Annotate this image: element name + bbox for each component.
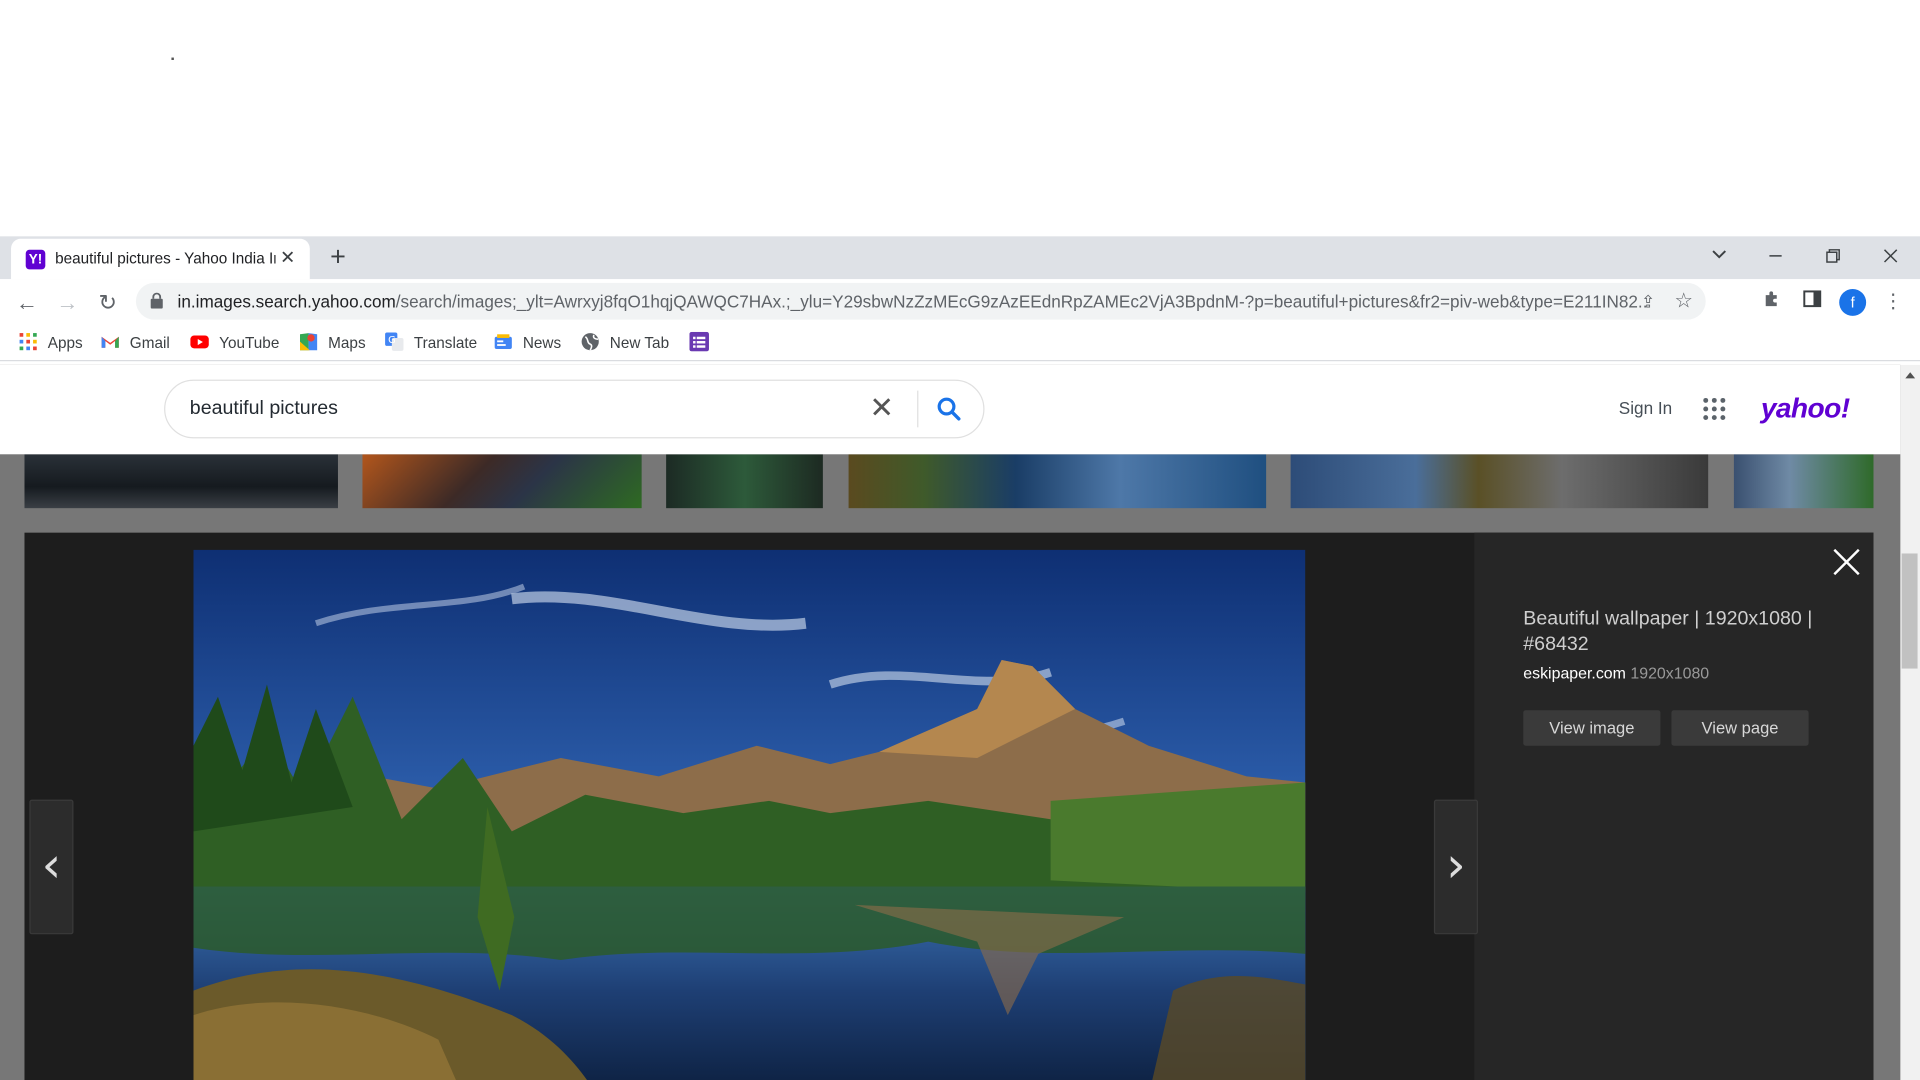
image-viewer: ‹ › Beautiful wallpaper | 1920x1080 | #6… bbox=[24, 532, 1874, 1080]
apps-grid-icon bbox=[19, 333, 37, 351]
thumbnail-image[interactable] bbox=[1290, 454, 1709, 509]
extensions-puzzle-icon[interactable] bbox=[1758, 289, 1785, 316]
view-image-button[interactable]: View image bbox=[1523, 710, 1661, 746]
reload-icon[interactable]: ↻ bbox=[92, 287, 124, 319]
restore-icon[interactable] bbox=[1809, 241, 1858, 273]
new-tab-plus-icon[interactable]: + bbox=[323, 243, 352, 273]
thumbnail-image[interactable] bbox=[666, 454, 823, 509]
yahoo-image-search-page: beautiful pictures ✕ Sign In yahoo! ‹ › … bbox=[0, 364, 1901, 1080]
gmail-icon bbox=[101, 336, 119, 348]
page-scrollbar[interactable] bbox=[1900, 364, 1920, 1080]
thumbnail-image[interactable] bbox=[848, 454, 1267, 509]
source-domain[interactable]: eskipaper.com bbox=[1523, 664, 1626, 682]
svg-text:G: G bbox=[388, 335, 396, 346]
main-preview-image[interactable] bbox=[193, 549, 1306, 1080]
sign-in-link[interactable]: Sign In bbox=[1619, 398, 1672, 418]
thumbnail-image[interactable] bbox=[1733, 454, 1874, 509]
window-close-icon[interactable] bbox=[1866, 241, 1915, 273]
search-input[interactable]: beautiful pictures bbox=[190, 398, 338, 420]
profile-avatar[interactable]: f bbox=[1839, 288, 1867, 316]
clear-search-icon[interactable]: ✕ bbox=[866, 392, 898, 425]
image-title[interactable]: Beautiful wallpaper | 1920x1080 | #68432 bbox=[1523, 606, 1854, 657]
news-icon bbox=[494, 334, 512, 349]
bookmark-label: New Tab bbox=[609, 334, 670, 352]
bookmarks-bar: Apps Gmail YouTube Maps G Translate News … bbox=[0, 324, 1920, 362]
bookmark-star-icon[interactable]: ☆ bbox=[1671, 289, 1695, 313]
thumbnail-image[interactable] bbox=[24, 454, 338, 509]
back-arrow-icon[interactable]: ← bbox=[11, 287, 43, 319]
view-page-button[interactable]: View page bbox=[1671, 710, 1809, 746]
list-icon bbox=[689, 331, 709, 352]
chrome-menu-kebab-icon[interactable]: ⋮ bbox=[1880, 289, 1907, 316]
url-host: in.images.search.yahoo.com bbox=[177, 291, 396, 312]
search-icon[interactable] bbox=[934, 394, 963, 423]
yahoo-favicon-icon: Y! bbox=[25, 249, 46, 270]
bookmark-list[interactable] bbox=[689, 331, 718, 354]
bookmark-label: Gmail bbox=[129, 334, 170, 352]
translate-icon: G bbox=[385, 332, 404, 351]
tab-close-icon[interactable]: ✕ bbox=[277, 247, 299, 269]
apps-menu-icon[interactable] bbox=[1702, 397, 1726, 421]
bookmark-translate[interactable]: G Translate bbox=[384, 332, 477, 354]
globe-icon bbox=[581, 333, 599, 351]
previous-image-chevron-left-icon[interactable]: ‹ bbox=[29, 799, 74, 935]
bookmark-maps[interactable]: Maps bbox=[299, 332, 366, 354]
lock-icon bbox=[150, 292, 163, 309]
bookmark-gmail[interactable]: Gmail bbox=[100, 332, 170, 354]
youtube-icon bbox=[190, 335, 209, 349]
search-divider bbox=[917, 390, 919, 428]
thumbnail-image[interactable] bbox=[362, 454, 642, 509]
tab-strip: Y! beautiful pictures - Yahoo India Imag… bbox=[0, 236, 1920, 280]
next-image-chevron-right-icon[interactable]: › bbox=[1433, 799, 1478, 935]
bookmark-apps[interactable]: Apps bbox=[18, 332, 83, 354]
share-icon[interactable]: ⇪ bbox=[1637, 290, 1659, 312]
search-header: beautiful pictures ✕ Sign In yahoo! bbox=[0, 364, 1901, 455]
bookmark-label: Translate bbox=[413, 334, 478, 352]
close-viewer-icon[interactable] bbox=[1829, 545, 1863, 579]
url-path: /search/images;_ylt=Awrxyj8fqO1hqjQAWQC7… bbox=[395, 291, 1647, 312]
bookmark-label: Apps bbox=[47, 334, 83, 352]
forward-arrow-icon[interactable]: → bbox=[51, 287, 83, 319]
bookmark-label: Maps bbox=[328, 334, 366, 352]
tab-title: beautiful pictures - Yahoo India Image S… bbox=[55, 249, 275, 267]
bookmark-youtube[interactable]: YouTube bbox=[190, 332, 280, 354]
minimize-icon[interactable] bbox=[1751, 241, 1800, 273]
bookmark-label: YouTube bbox=[219, 334, 280, 352]
browser-toolbar: ← → ↻ in.images.search.yahoo.com/search/… bbox=[0, 279, 1920, 325]
yahoo-logo[interactable]: yahoo! bbox=[1761, 392, 1850, 425]
bookmark-new-tab[interactable]: New Tab bbox=[580, 332, 669, 354]
scrollbar-thumb[interactable] bbox=[1901, 553, 1918, 669]
bookmark-label: News bbox=[522, 334, 562, 352]
image-dimensions: 1920x1080 bbox=[1630, 663, 1710, 683]
browser-tab[interactable]: Y! beautiful pictures - Yahoo India Imag… bbox=[11, 238, 310, 280]
search-box[interactable]: beautiful pictures ✕ bbox=[164, 379, 985, 439]
side-panel-icon[interactable] bbox=[1799, 289, 1826, 316]
address-bar[interactable]: in.images.search.yahoo.com/search/images… bbox=[135, 282, 1706, 320]
tab-search-chevron-icon[interactable] bbox=[1695, 241, 1744, 273]
screen: Y! beautiful pictures - Yahoo India Imag… bbox=[0, 0, 1920, 1080]
scroll-up-arrow-icon[interactable] bbox=[1905, 372, 1916, 379]
stray-dot bbox=[171, 57, 174, 61]
image-source: eskipaper.com 1920x1080 bbox=[1523, 664, 1709, 682]
url-text: in.images.search.yahoo.com/search/images… bbox=[178, 291, 1647, 311]
maps-icon bbox=[300, 333, 318, 351]
bookmark-news[interactable]: News bbox=[493, 332, 561, 354]
